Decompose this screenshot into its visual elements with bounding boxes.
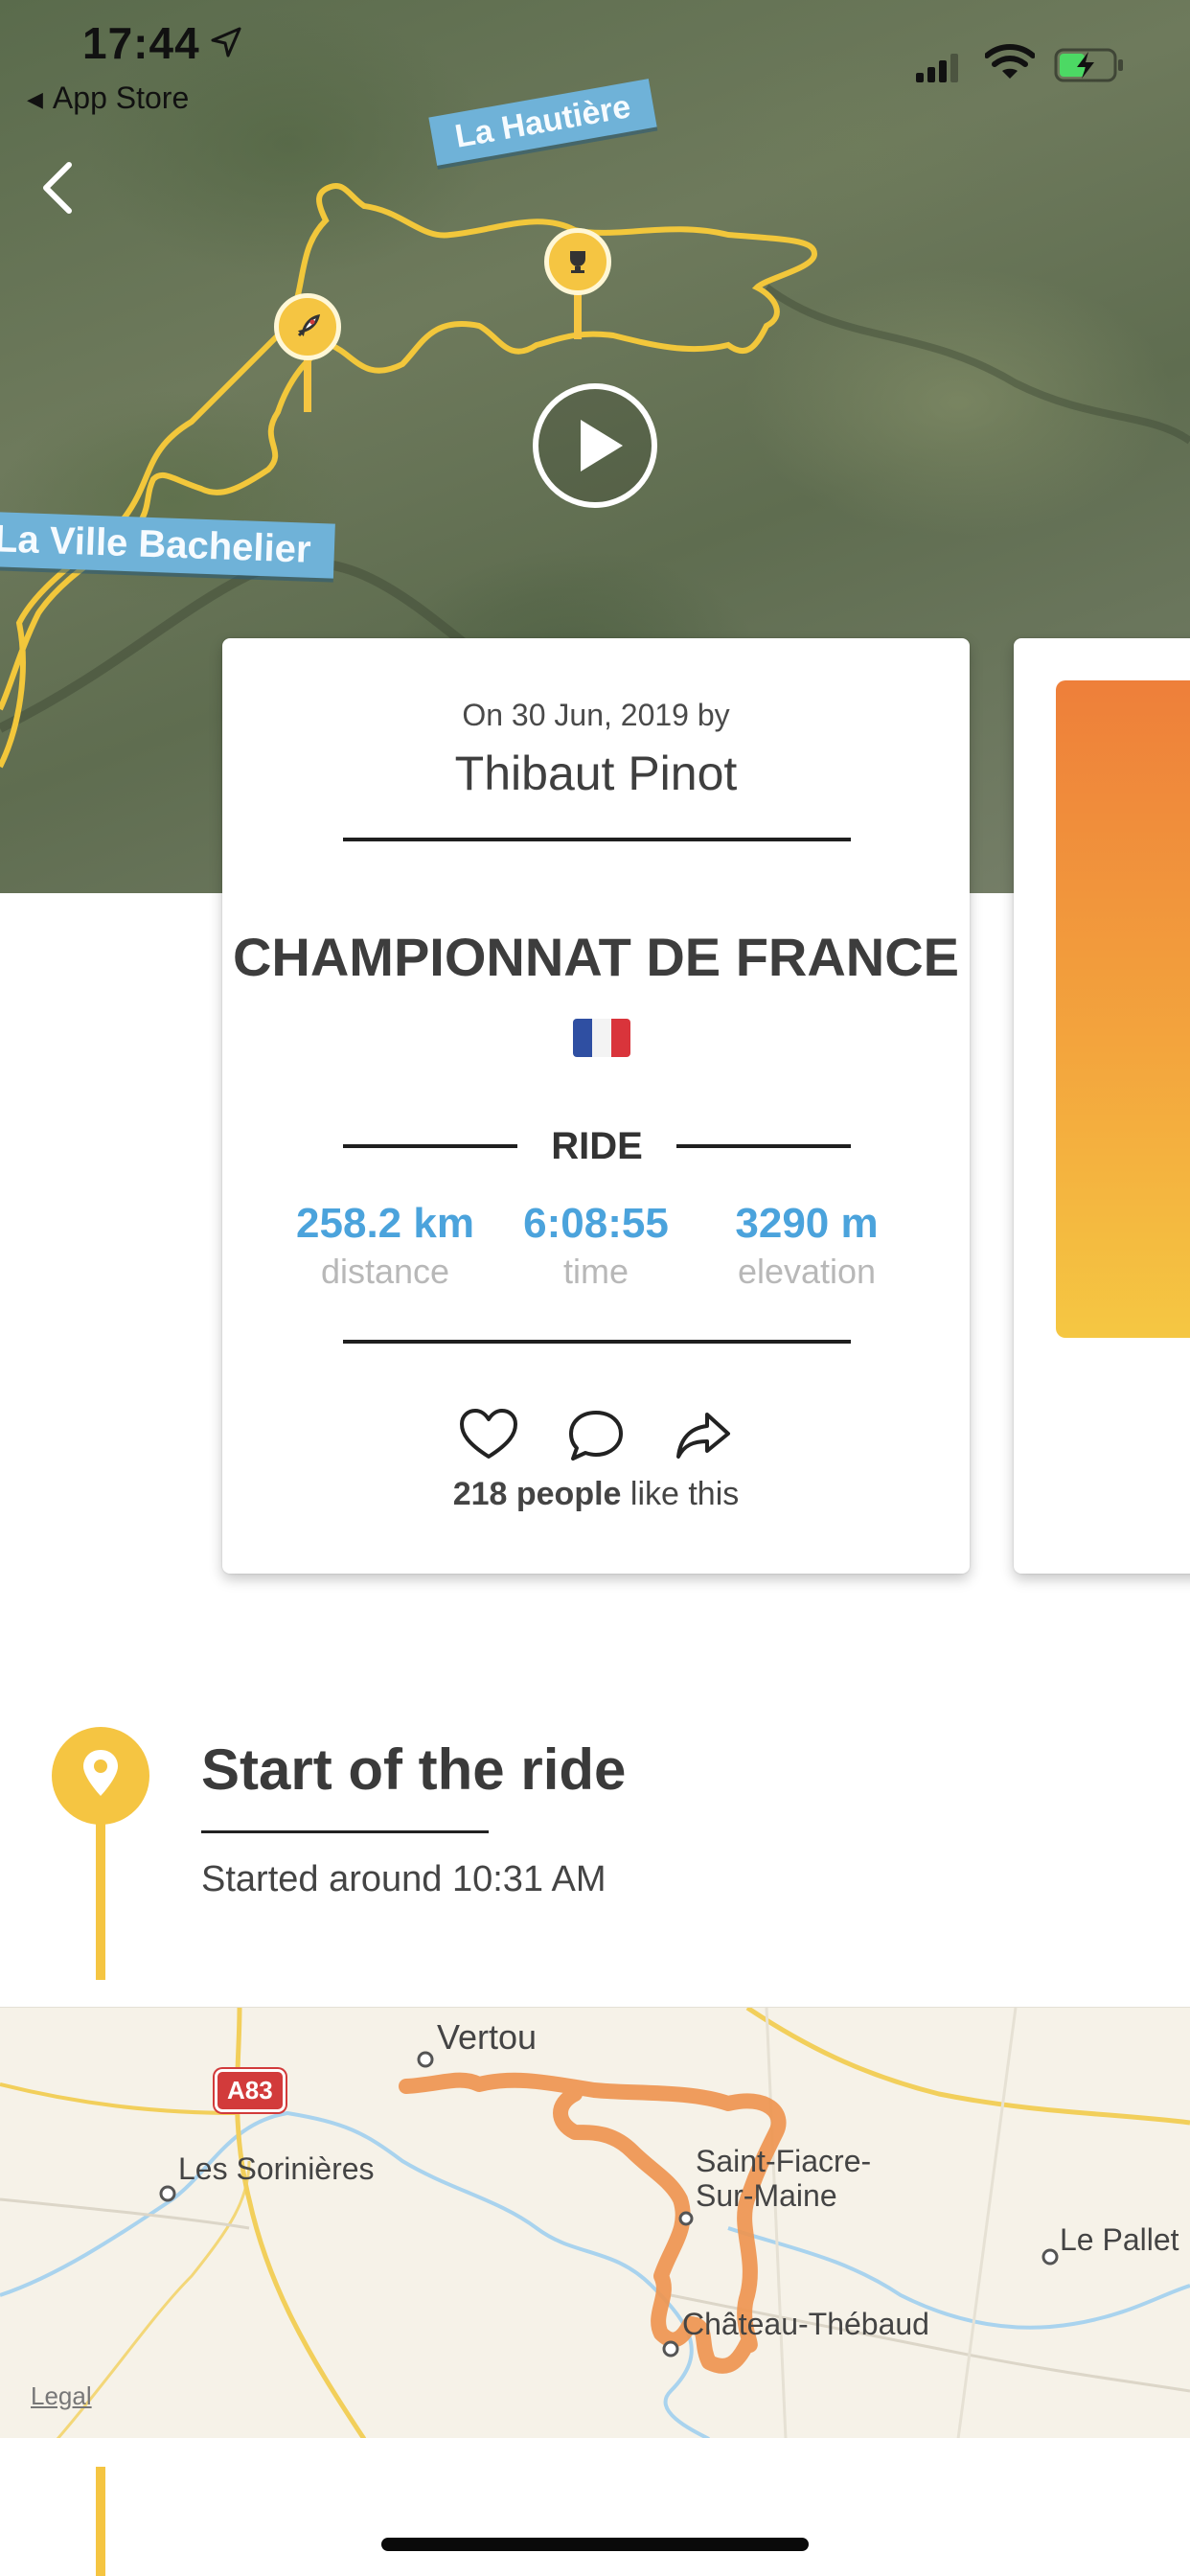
back-triangle-icon: ◀	[27, 87, 43, 111]
next-ride-card[interactable]	[1014, 638, 1190, 1574]
timeline-line	[96, 1821, 105, 1980]
comment-icon[interactable]	[565, 1405, 627, 1466]
ride-date: On 30 Jun, 2019 by	[462, 698, 730, 732]
pin-stem	[304, 355, 311, 412]
stat-value: 3290 m	[735, 1200, 879, 1247]
status-bar: 17:44 ◀ App Store	[0, 0, 1190, 125]
stat-elevation: 3290 m elevation	[701, 1200, 912, 1292]
pin-stem	[574, 289, 582, 339]
stat-label: distance	[320, 1252, 450, 1291]
france-flag-icon	[573, 1019, 630, 1058]
likes-suffix: like this	[621, 1476, 740, 1512]
ride-card[interactable]: On 30 Jun, 2019 by Thibaut Pinot CHAMPIO…	[222, 638, 970, 1574]
section-title: Start of the ride	[201, 1737, 627, 1802]
map-place-label: Château-Thébaud	[682, 2307, 929, 2341]
stat-label: time	[562, 1252, 629, 1291]
card-actions	[222, 1405, 970, 1482]
map-place-label: Le Pallet	[1060, 2222, 1179, 2257]
status-time: 17:44	[82, 18, 200, 68]
stat-value: 6:08:55	[523, 1200, 669, 1247]
map-legal-link[interactable]: Legal	[31, 2381, 92, 2411]
stat-label: elevation	[737, 1252, 877, 1291]
divider	[343, 1340, 851, 1344]
trophy-icon[interactable]	[544, 228, 611, 295]
stat-value: 258.2 km	[296, 1200, 474, 1247]
back-to-app-store[interactable]: ◀ App Store	[27, 80, 189, 116]
divider	[201, 1830, 489, 1833]
section-subtitle: Started around 10:31 AM	[201, 1859, 606, 1899]
map-place-label: Les Sorinières	[178, 2151, 375, 2186]
map-place-label: Saint-Fiacre-	[696, 2144, 872, 2178]
likes-count: 218 people	[452, 1476, 622, 1512]
route-map[interactable]: A83 Vertou Les Sorinières Saint-Fiacre- …	[0, 2007, 1190, 2439]
play-icon[interactable]	[531, 381, 659, 510]
wifi-icon	[985, 44, 1035, 79]
timeline-line	[96, 2467, 105, 2576]
rider-name[interactable]: Thibaut Pinot	[222, 746, 970, 801]
likes-text[interactable]: 218 people like this	[222, 1476, 970, 1513]
bottom-area	[0, 2438, 1190, 2576]
rocket-icon[interactable]	[274, 293, 341, 360]
divider	[343, 838, 851, 841]
divider	[676, 1144, 851, 1148]
road-badge: A83	[215, 2069, 286, 2112]
chevron-left-icon[interactable]	[38, 159, 77, 217]
stat-time: 6:08:55 time	[491, 1200, 701, 1292]
location-pin-icon	[52, 1727, 149, 1825]
place-label-la-ville-bachelier: La Ville Bachelier	[0, 511, 335, 579]
ride-type-divider: RIDE	[343, 1123, 851, 1171]
map-place-label: Vertou	[437, 2017, 538, 2057]
share-icon[interactable]	[673, 1405, 734, 1466]
location-arrow-icon	[211, 27, 241, 58]
back-app-label: App Store	[52, 80, 190, 115]
stat-distance: 258.2 km distance	[280, 1200, 491, 1292]
map-roads	[0, 2008, 1190, 2439]
battery-charging-icon	[1054, 48, 1123, 82]
ride-title-text: CHAMPIONNAT DE FRANCE	[232, 927, 960, 987]
next-card-image	[1056, 680, 1190, 1338]
ride-title: CHAMPIONNAT DE FRANCE	[222, 916, 970, 1081]
cellular-signal-icon	[916, 54, 958, 82]
home-indicator[interactable]	[381, 2538, 809, 2551]
map-place-label: Sur-Maine	[696, 2178, 837, 2213]
heart-icon[interactable]	[458, 1405, 519, 1466]
